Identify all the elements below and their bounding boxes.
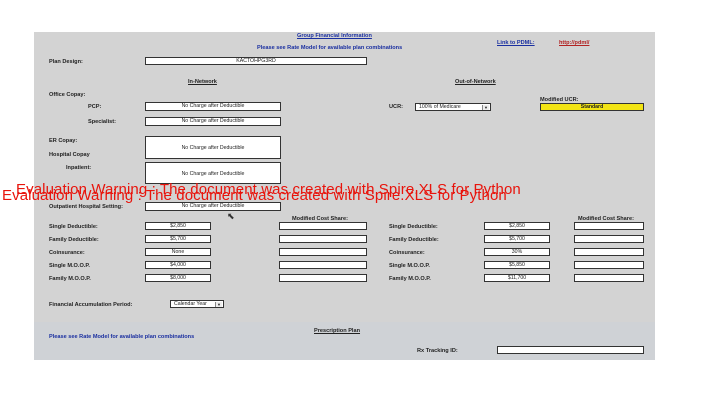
pdml-label: Link to PDML: — [497, 40, 535, 46]
in-single-moop-field[interactable]: $4,000 — [145, 261, 211, 269]
modified-ucr-field[interactable]: Standard — [540, 103, 644, 111]
out-single-ded-label: Single Deductible: — [389, 224, 438, 230]
plan-design-label: Plan Design: — [49, 59, 83, 65]
in-single-moop-modified[interactable] — [279, 261, 367, 269]
out-single-moop-label: Single M.O.O.P. — [389, 263, 430, 269]
ucr-select[interactable]: 100% of Medicare ▼ — [415, 103, 491, 111]
out-single-moop-field[interactable]: $5,850 — [484, 261, 550, 269]
in-single-ded-label: Single Deductible: — [49, 224, 98, 230]
in-family-ded-field[interactable]: $5,700 — [145, 235, 211, 243]
ucr-select-value: 100% of Medicare — [419, 104, 461, 110]
in-family-ded-modified[interactable] — [279, 235, 367, 243]
prescription-note: Please see Rate Model for available plan… — [49, 334, 195, 340]
out-single-ded-modified[interactable] — [574, 222, 644, 230]
hospital-copay-label: Hospital Copay — [49, 152, 90, 158]
pdml-link[interactable]: http://pdml/ — [559, 40, 589, 46]
out-family-ded-field[interactable]: $5,700 — [484, 235, 550, 243]
in-single-ded-modified[interactable] — [279, 222, 367, 230]
in-family-ded-label: Family Deductible: — [49, 237, 99, 243]
in-network-heading: In-Network — [188, 79, 217, 85]
out-coins-field[interactable]: 30% — [484, 248, 550, 256]
mouse-cursor-icon: ⬉ — [227, 211, 235, 221]
out-family-moop-field[interactable]: $11,700 — [484, 274, 550, 282]
out-coins-label: Coinsurance: — [389, 250, 425, 256]
out-single-ded-field[interactable]: $2,850 — [484, 222, 550, 230]
chevron-down-icon: ▼ — [215, 302, 222, 307]
in-family-moop-field[interactable]: $8,000 — [145, 274, 211, 282]
accumulation-select[interactable]: Calendar Year ▼ — [170, 300, 224, 308]
specialist-field[interactable]: No Charge after Deductible — [145, 117, 281, 126]
out-family-ded-modified[interactable] — [574, 235, 644, 243]
outpatient-label: Outpatient Hospital Setting: — [49, 204, 123, 210]
plan-design-field[interactable]: KACTOHPG3RD — [145, 57, 367, 65]
watermark-text-shadow: Evaluation Warning : The document was cr… — [2, 187, 507, 204]
rx-tracking-label: Rx Tracking ID: — [417, 348, 458, 354]
inpatient-label: Inpatient: — [66, 165, 92, 171]
page-title: Group Financial Information — [297, 33, 372, 39]
in-single-moop-label: Single M.O.O.P. — [49, 263, 90, 269]
out-single-moop-modified[interactable] — [574, 261, 644, 269]
chevron-down-icon: ▼ — [482, 105, 489, 110]
in-family-moop-label: Family M.O.O.P. — [49, 276, 91, 282]
accumulation-select-value: Calendar Year — [174, 301, 207, 307]
in-family-moop-modified[interactable] — [279, 274, 367, 282]
out-family-moop-label: Family M.O.O.P. — [389, 276, 431, 282]
er-copay-field[interactable]: No Charge after Deductible — [145, 136, 281, 159]
out-coins-modified[interactable] — [574, 248, 644, 256]
rx-tracking-field[interactable] — [497, 346, 644, 354]
prescription-title: Prescription Plan — [314, 328, 361, 334]
out-family-ded-label: Family Deductible: — [389, 237, 439, 243]
in-single-ded-field[interactable]: $2,850 — [145, 222, 211, 230]
specialist-label: Specialist: — [88, 119, 116, 125]
pcp-label: PCP: — [88, 104, 102, 110]
in-coins-field[interactable]: None — [145, 248, 211, 256]
accumulation-label: Financial Accumulation Period: — [49, 302, 133, 308]
out-network-heading: Out-of-Network — [455, 79, 496, 85]
page-subtitle: Please see Rate Model for available plan… — [257, 45, 403, 51]
in-coins-modified[interactable] — [279, 248, 367, 256]
out-family-moop-modified[interactable] — [574, 274, 644, 282]
office-copay-label: Office Copay: — [49, 92, 86, 98]
ucr-label: UCR: — [389, 104, 403, 110]
pcp-field[interactable]: No Charge after Deductible — [145, 102, 281, 111]
er-copay-label: ER Copay: — [49, 138, 78, 144]
in-coins-label: Coinsurance: — [49, 250, 85, 256]
